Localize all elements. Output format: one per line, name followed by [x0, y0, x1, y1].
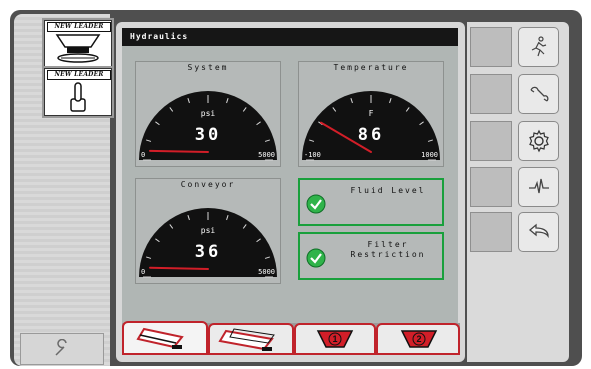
gauge-value: 86	[358, 125, 384, 145]
wrench-icon	[55, 339, 67, 356]
page-title: Hydraulics	[122, 28, 458, 46]
spinner-2-icon: 2	[400, 330, 438, 348]
gauge-unit: psi	[201, 109, 216, 118]
gauge-title: Conveyor	[180, 180, 236, 189]
gauge-min-label: 0	[141, 151, 145, 159]
gauge-value: 36	[195, 242, 221, 262]
spinner-1-icon: 1	[316, 330, 354, 348]
fluid-level-status: Fluid Level	[298, 178, 444, 226]
hopper-icon	[136, 327, 184, 349]
empty-slot	[470, 167, 512, 207]
gauge-unit: F	[369, 109, 374, 118]
empty-slot	[470, 121, 512, 161]
gauge-max-label: 5000	[258, 151, 275, 159]
conveyor-gauge: Conveyor psi 0 5000 36	[135, 178, 281, 284]
empty-slot	[470, 27, 512, 67]
check-icon	[306, 194, 326, 214]
empty-slot	[470, 212, 512, 252]
gauge-min-label: -100	[304, 151, 321, 159]
hydraulics-tile[interactable]: NEW LEADER	[44, 68, 112, 116]
operator-button[interactable]	[518, 27, 559, 67]
gauge-title: Temperature	[333, 63, 409, 72]
tools-button[interactable]	[518, 74, 559, 114]
gauge-dial: psi 0 5000 30	[139, 91, 277, 161]
pulse-icon	[528, 178, 549, 194]
status-label: Fluid Level	[350, 186, 426, 195]
gauge-min-label: 0	[141, 268, 145, 276]
back-button[interactable]	[518, 212, 559, 252]
gauge-value: 30	[195, 125, 221, 145]
empty-slot	[470, 74, 512, 114]
gauge-unit: psi	[201, 226, 216, 235]
spreader-overview-tile[interactable]: NEW LEADER	[44, 20, 112, 68]
system-gauge: System psi 0 5000 30	[135, 61, 281, 167]
gauge-max-label: 5000	[258, 268, 275, 276]
gauge-needle	[149, 266, 209, 270]
spreader-icon	[55, 34, 101, 63]
gauge-needle	[149, 149, 209, 153]
dual-bin-icon	[218, 328, 275, 351]
status-label: Filter Restriction	[350, 240, 426, 259]
back-arrow-icon	[528, 223, 549, 239]
gauge-dial: psi 0 5000 36	[139, 208, 277, 278]
running-person-icon	[531, 36, 546, 57]
lever-icon	[70, 82, 86, 112]
filter-restriction-status: Filter Restriction	[298, 232, 444, 280]
spinner-badge-2: 2	[416, 334, 421, 344]
diagnostics-button[interactable]	[518, 167, 559, 207]
service-button[interactable]	[20, 333, 104, 365]
spinner-badge-1: 1	[332, 334, 337, 344]
spinner-1-tab[interactable]: 1	[294, 323, 376, 355]
wrench-icon	[529, 86, 548, 102]
gauge-dial: F -100 1000 86	[302, 91, 440, 161]
settings-button[interactable]	[518, 121, 559, 161]
dual-bin-tab[interactable]	[208, 323, 294, 355]
gauge-max-label: 1000	[421, 151, 438, 159]
spinner-2-tab[interactable]: 2	[376, 323, 460, 355]
gear-icon	[528, 129, 549, 153]
temperature-gauge: Temperature F -100 1000 86	[298, 61, 444, 167]
check-icon	[306, 248, 326, 268]
hopper-tab[interactable]	[122, 321, 208, 355]
gauge-title: System	[187, 63, 229, 72]
